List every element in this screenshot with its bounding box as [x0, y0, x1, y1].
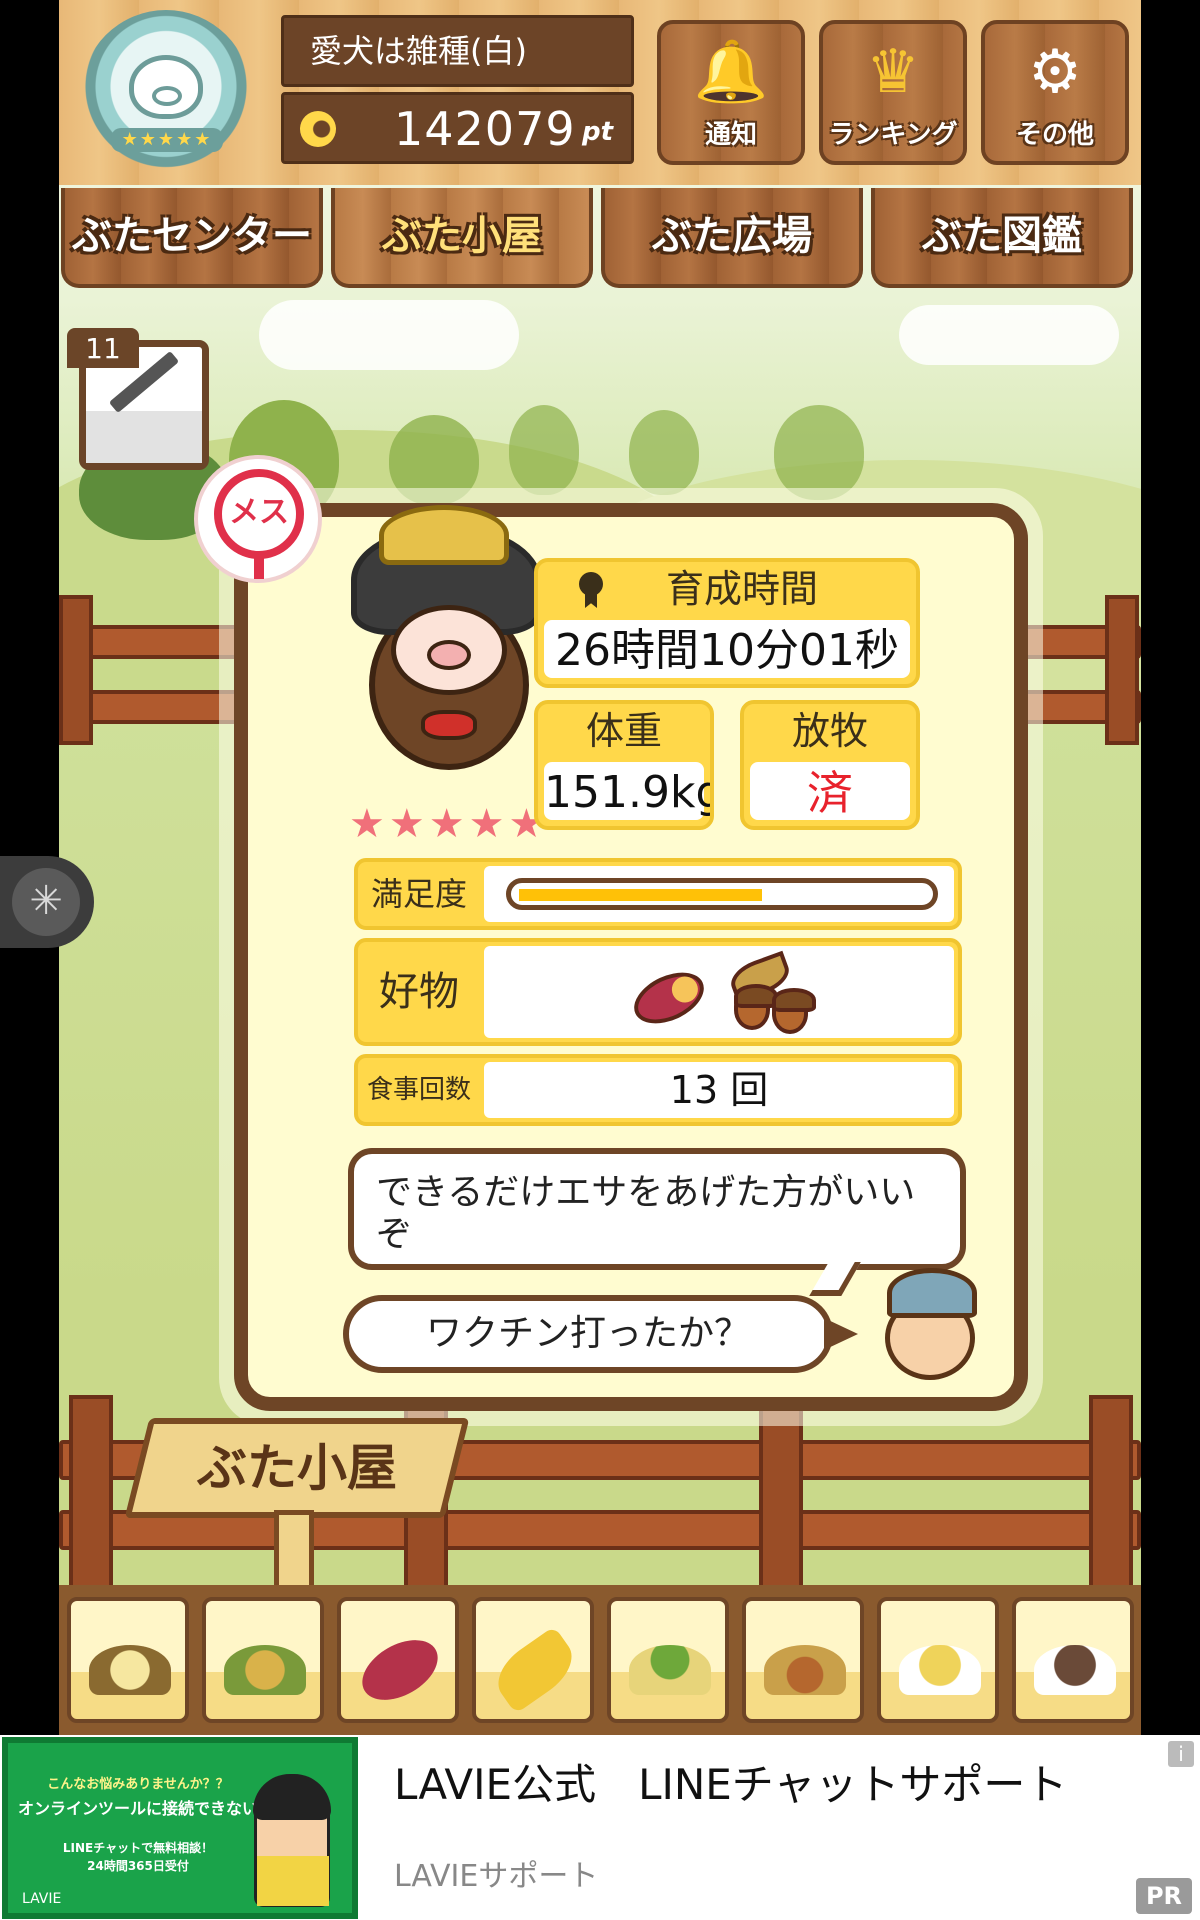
player-rank-badge[interactable]: ★★★★★	[81, 10, 251, 180]
food-slot-grain-mix[interactable]	[67, 1597, 189, 1723]
lavie-logo: LAVIE	[22, 1891, 62, 1907]
meals-label: 食事回数	[366, 1075, 471, 1105]
rank-stars: ★★★★★	[111, 128, 223, 152]
truffle-plate-icon	[1034, 1645, 1116, 1695]
raising-time-value: 26時間10分01秒	[544, 620, 910, 678]
pig-hut-sign: ぶた小屋	[124, 1418, 470, 1518]
fence-post	[1105, 595, 1139, 745]
coin-icon	[300, 111, 336, 147]
ranking-button[interactable]: ♛ ランキング	[819, 20, 967, 165]
vaccine-question-bubble: ワクチン打ったか？	[343, 1295, 833, 1373]
cloud	[259, 300, 519, 370]
points-unit: pt	[582, 117, 614, 147]
meals-value: 13 回	[484, 1062, 954, 1118]
settings-label: その他	[1015, 120, 1094, 150]
woman-illustration	[253, 1774, 331, 1907]
tab-pig-hut[interactable]: ぶた小屋	[331, 188, 593, 288]
advice-speech-bubble: できるだけエサをあげた方がいいぞ	[348, 1148, 966, 1270]
tree	[629, 410, 699, 495]
corn-icon	[487, 1626, 583, 1714]
sweet-potato-icon	[351, 1627, 449, 1713]
notification-label: 通知	[704, 120, 757, 150]
weight-label: 体重	[585, 709, 662, 753]
ad-banner[interactable]: こんなお悩みありませんか？？ オンラインツールに接続できない LINEチャットで…	[0, 1735, 1200, 1920]
main-nav: ぶたセンター ぶた小屋 ぶた広場 ぶた図鑑	[59, 188, 1141, 293]
meals-row: 食事回数 13 回	[354, 1054, 962, 1126]
points-display: 142079 pt	[281, 92, 634, 164]
samurai-pig-portrait[interactable]	[339, 505, 554, 795]
ad-pr-badge: PR	[1136, 1878, 1192, 1914]
food-slot-corn[interactable]	[472, 1597, 594, 1723]
fence-post	[59, 595, 93, 745]
favorites-row: 好物	[354, 938, 962, 1046]
food-slot-mixed-beans[interactable]	[202, 1597, 324, 1723]
ranking-label: ランキング	[828, 120, 958, 150]
bell-icon: 🔔	[693, 37, 769, 107]
food-slot-vegetables[interactable]	[607, 1597, 729, 1723]
satisfaction-label: 満足度	[370, 875, 467, 913]
tab-pig-encyclopedia[interactable]: ぶた図鑑	[871, 188, 1133, 288]
rarity-stars: ★★★★★	[349, 801, 549, 847]
cloud	[899, 305, 1119, 365]
vaccine-count: 11	[67, 328, 139, 368]
pig-hut-sign-label: ぶた小屋	[197, 1439, 397, 1497]
ad-image[interactable]: こんなお悩みありませんか？？ オンラインツールに接続できない LINEチャットで…	[2, 1737, 358, 1919]
ad-info-icon[interactable]: i	[1168, 1741, 1194, 1767]
mixed-beans-icon	[224, 1645, 306, 1695]
acorn-icon	[734, 984, 778, 1030]
grain-mix-icon	[89, 1645, 171, 1695]
favorites-label: 好物	[379, 969, 459, 1015]
food-bar	[59, 1585, 1141, 1735]
crown-icon: ♛	[866, 37, 920, 107]
satisfaction-meter	[506, 878, 938, 910]
vegetables-icon	[629, 1645, 711, 1695]
floating-assistant-button[interactable]: ✳	[0, 856, 94, 948]
raising-time-box: 育成時間 26時間10分01秒	[534, 558, 920, 688]
medal-icon	[576, 572, 606, 608]
acorn-icon	[772, 988, 816, 1034]
tree	[774, 405, 864, 500]
ad-title[interactable]: LAVIE公式 LINEチャットサポート	[394, 1755, 1067, 1815]
farmer-icon	[877, 1262, 989, 1380]
grazing-value: 済	[750, 762, 910, 820]
weight-box: 体重 151.9kg	[534, 700, 714, 830]
satisfaction-meter-fill	[519, 889, 762, 901]
grazing-box: 放牧 済	[740, 700, 920, 830]
game-screen: ★★★★★ 愛犬は雑種(白) 142079 pt 🔔 通知 ♛ ランキング ⚙ …	[59, 0, 1141, 1735]
tab-pig-center[interactable]: ぶたセンター	[61, 188, 323, 288]
female-badge: メス	[194, 455, 322, 583]
weight-value: 151.9kg	[544, 762, 710, 820]
food-slot-soybeans-plate[interactable]	[877, 1597, 999, 1723]
points-value: 142079	[394, 102, 576, 156]
acorn-icon	[764, 1645, 846, 1695]
tree	[509, 405, 579, 495]
grazing-label: 放牧	[791, 709, 868, 753]
fence-post	[1089, 1395, 1133, 1595]
fence-post	[69, 1395, 113, 1595]
female-sex-label: メス	[214, 469, 304, 559]
pig-face-icon	[129, 55, 203, 119]
tab-pig-plaza[interactable]: ぶた広場	[601, 188, 863, 288]
pig-name: 愛犬は雑種(白)	[281, 15, 634, 87]
sweet-potato-icon	[626, 962, 712, 1034]
food-slot-sweet-potato[interactable]	[337, 1597, 459, 1723]
notification-button[interactable]: 🔔 通知	[657, 20, 805, 165]
food-slot-truffle-plate[interactable]	[1012, 1597, 1134, 1723]
header-bar: ★★★★★ 愛犬は雑種(白) 142079 pt 🔔 通知 ♛ ランキング ⚙ …	[59, 0, 1141, 185]
gear-icon: ⚙	[1028, 37, 1082, 107]
satisfaction-row: 満足度	[354, 858, 962, 930]
raising-time-label: 育成時間	[538, 562, 916, 616]
sparkle-icon: ✳	[12, 868, 80, 936]
settings-button[interactable]: ⚙ その他	[981, 20, 1129, 165]
ad-source: LAVIEサポート	[394, 1859, 599, 1894]
soybeans-plate-icon	[899, 1645, 981, 1695]
food-slot-acorn[interactable]	[742, 1597, 864, 1723]
